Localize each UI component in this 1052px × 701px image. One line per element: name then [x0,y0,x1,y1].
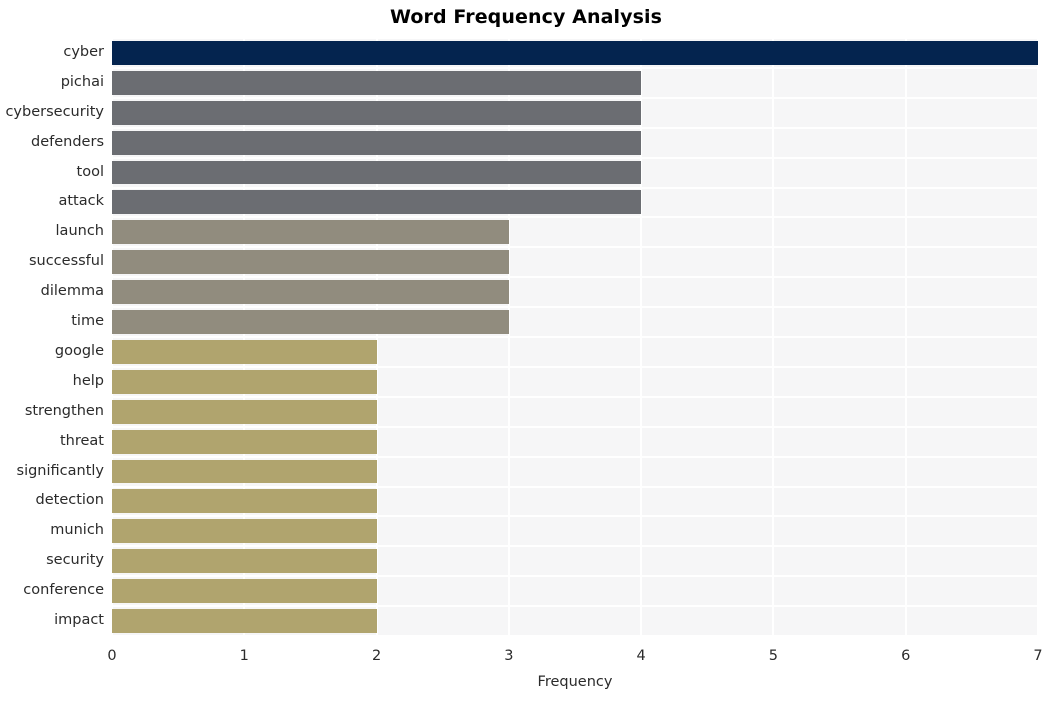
y-tick-label-security: security [46,552,104,569]
x-tick-label-5: 5 [768,648,779,664]
x-tick-label-4: 4 [636,648,646,664]
y-tick-label-successful: successful [28,253,104,270]
y-tick-label-pichai: pichai [60,73,104,90]
y-tick-label-cybersecurity: cybersecurity [5,103,104,120]
x-tick-label-7: 7 [1033,648,1043,664]
y-tick-label-strengthen: strengthen [24,402,104,419]
y-tick-label-dilemma: dilemma [40,283,104,300]
y-tick-label-detection: detection [35,492,104,509]
y-tick-label-munich: munich [50,522,104,539]
y-tick-label-cyber: cyber [63,43,104,60]
y-tick-label-google: google [54,342,104,359]
y-tick-label-attack: attack [58,193,104,210]
y-tick-label-significantly: significantly [16,462,104,479]
y-tick-label-impact: impact [54,612,104,629]
chart-title: Word Frequency Analysis [389,6,663,28]
y-tick-label-threat: threat [59,432,104,449]
x-tick-label-6: 6 [901,648,911,664]
x-tick-label-0: 0 [107,648,117,664]
y-tick-label-help: help [72,372,104,389]
x-tick-label-1: 1 [239,648,249,664]
y-tick-label-defenders: defenders [31,133,104,150]
y-tick-label-conference: conference [23,582,104,599]
y-tick-label-launch: launch [55,223,104,240]
y-axis-tick-labels: cyber pichai cybersecurity defenders tool att… [0,38,1052,636]
x-tick-label-3: 3 [504,648,514,664]
x-axis-label: Frequency [537,674,613,690]
y-tick-label-time: time [71,313,104,330]
y-tick-label-tool: tool [76,163,104,180]
x-tick-label-2: 2 [371,648,382,664]
word-frequency-chart: Word Frequency Analysis cyber pichai cyber… [0,0,1052,701]
